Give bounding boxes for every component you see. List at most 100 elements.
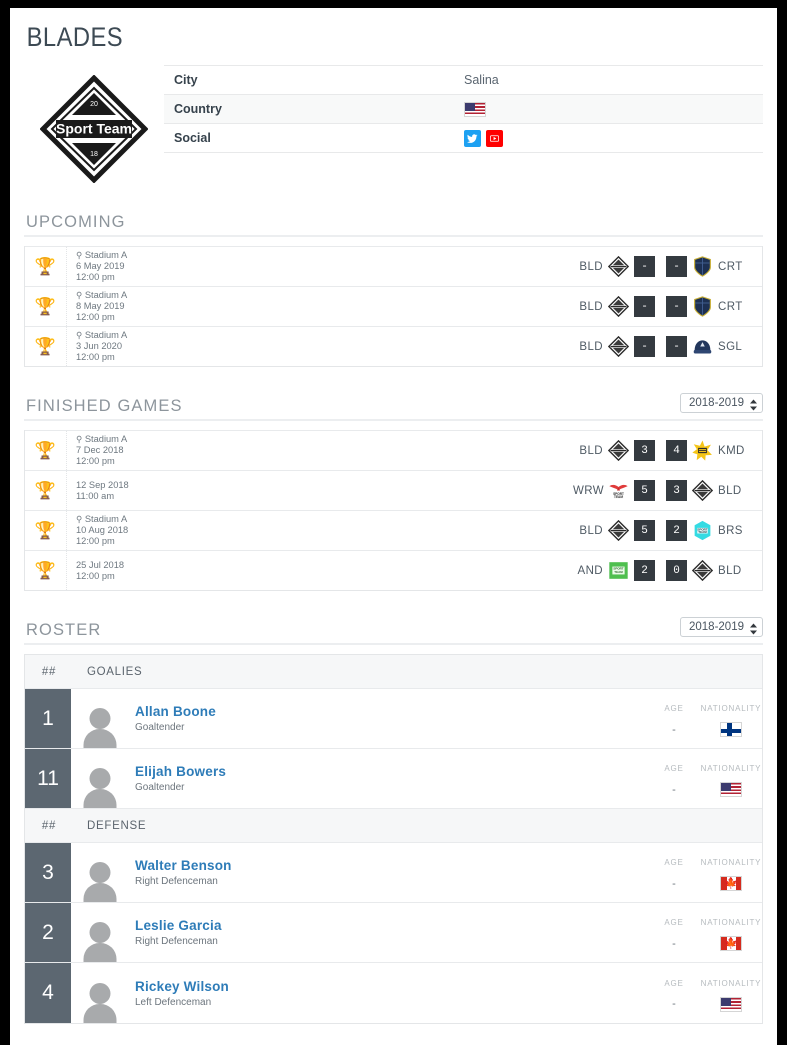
away-score: -	[666, 296, 687, 317]
location-pin-icon: ⚲	[76, 290, 83, 301]
info-value-country	[454, 95, 763, 124]
wrw-crest-icon: SPORT TEAM	[608, 480, 629, 501]
nationality-label: NATIONALITY	[700, 918, 762, 927]
game-time: 12:00 pm	[76, 271, 115, 282]
game-matchup: BLD -- CRT	[573, 296, 762, 317]
game-time: 12:00 pm	[76, 570, 115, 581]
player-row[interactable]: 2 Leslie Garcia Right Defenceman AGE - NATION…	[25, 903, 762, 963]
player-avatar-cell	[71, 689, 129, 748]
bld-crest-icon	[608, 256, 629, 277]
player-nationality-value	[720, 722, 742, 737]
player-age-column: AGE -	[648, 689, 700, 748]
away-team-abbr: BLD	[718, 564, 742, 577]
game-meta: ⚲ Stadium A 10 Aug 2018 12:00 pm	[67, 514, 573, 547]
age-label: AGE	[664, 858, 684, 867]
bld-crest-icon	[608, 440, 629, 461]
home-team-abbr: BLD	[579, 340, 603, 353]
player-age-value: -	[672, 723, 676, 736]
game-row[interactable]: 🏆 ⚲ Stadium A8 May 2019 12:00 pm BLD -- CRT	[25, 286, 762, 326]
competition-trophy-cell: 🏆	[25, 431, 67, 470]
trophy-icon: 🏆	[34, 337, 57, 356]
home-team-abbr: WRW	[573, 484, 605, 497]
game-time: 12:00 pm	[76, 311, 115, 322]
roster-table: ## GOALIES 1 Allan Boone Goaltender AGE - NATIO…	[24, 654, 763, 1024]
game-venue: ⚲ Stadium A	[76, 290, 128, 301]
game-matchup: BLD 34 KMD	[573, 440, 762, 461]
team-page: BLADES Sport Team 20 18 City Salina Coun…	[10, 8, 777, 1045]
player-name-link[interactable]: Rickey Wilson	[135, 979, 648, 994]
player-row[interactable]: 4 Rickey Wilson Left Defenceman AGE - NATIONA…	[25, 963, 762, 1023]
player-row[interactable]: 11 Elijah Bowers Goaltender AGE - NATIONALITY	[25, 749, 762, 809]
game-row[interactable]: 🏆 12 Sep 2018 11:00 am WRW SPORT TEAM 5 3 BLD	[25, 470, 762, 510]
competition-trophy-cell: 🏆	[25, 247, 67, 286]
number-column-header: ##	[41, 665, 57, 678]
game-row[interactable]: 🏆 ⚲ Stadium A7 Dec 2018 12:00 pm BLD 34 KMD	[25, 430, 762, 470]
avatar	[82, 706, 118, 748]
player-position: Right Defenceman	[135, 936, 218, 947]
away-score: 2	[666, 520, 687, 541]
roster-title: ROSTER	[26, 621, 102, 639]
game-venue: ⚲ Stadium A	[76, 514, 128, 525]
game-row[interactable]: 🏆 ⚲ Stadium A3 Jun 2020 12:00 pm BLD -- SGL	[25, 326, 762, 366]
game-meta: ⚲ Stadium A3 Jun 2020 12:00 pm	[67, 330, 573, 363]
game-matchup: WRW SPORT TEAM 5 3 BLD	[573, 480, 762, 501]
player-name-link[interactable]: Allan Boone	[135, 704, 648, 719]
finished-season-select[interactable]: 2018-2019	[680, 393, 763, 413]
game-matchup: BLD -- CRT	[573, 256, 762, 277]
svg-text:20: 20	[90, 101, 98, 108]
home-team-abbr: BLD	[579, 300, 603, 313]
player-row[interactable]: 3 Walter Benson Right Defenceman AGE - NATION…	[25, 843, 762, 903]
competition-trophy-cell: 🏆	[25, 287, 67, 326]
player-info: Elijah Bowers Goaltender	[129, 749, 648, 808]
home-score: 3	[634, 440, 655, 461]
player-age-value: -	[672, 783, 676, 796]
player-age-value: -	[672, 877, 676, 890]
player-position: Left Defenceman	[135, 996, 212, 1008]
jersey-number-badge: 4	[25, 963, 71, 1023]
location-pin-icon: ⚲	[76, 250, 83, 261]
youtube-icon[interactable]	[486, 129, 503, 147]
home-score: 5	[634, 520, 655, 541]
roster-group-header: ## DEFENSE	[25, 809, 762, 843]
roster-season-select[interactable]: 2018-2019	[680, 617, 763, 637]
player-nationality-column: NATIONALITY 🍁	[700, 903, 762, 962]
home-score: -	[634, 256, 655, 277]
away-team-abbr: CRT	[718, 260, 743, 273]
info-row-city: City Salina	[164, 65, 763, 95]
game-row[interactable]: 🏆 25 Jul 2018 12:00 pm AND SPORT TEAM 2 0 BLD	[25, 550, 762, 590]
game-date: 7 Dec 2018	[76, 445, 124, 456]
fi-flag-icon	[720, 722, 742, 737]
jersey-number-badge: 2	[25, 903, 71, 962]
game-meta: ⚲ Stadium A7 Dec 2018 12:00 pm	[67, 434, 573, 467]
bld-crest-icon	[608, 336, 629, 357]
player-avatar-cell	[71, 843, 129, 902]
away-score: -	[666, 256, 687, 277]
player-row[interactable]: 1 Allan Boone Goaltender AGE - NATIONALITY	[25, 689, 762, 749]
twitter-icon[interactable]	[464, 129, 481, 147]
player-nationality-column: NATIONALITY 🍁	[700, 843, 762, 902]
game-time: 11:00 am	[76, 490, 115, 501]
player-name-link[interactable]: Leslie Garcia	[135, 918, 648, 933]
game-date: 10 Aug 2018	[76, 525, 129, 536]
us-flag-icon	[720, 996, 742, 1012]
jersey-number-badge: 3	[25, 843, 71, 902]
age-label: AGE	[664, 918, 684, 927]
us-flag-icon	[464, 101, 486, 117]
upcoming-title: UPCOMING	[26, 213, 126, 231]
home-score: -	[634, 336, 655, 357]
and-crest-icon: SPORT TEAM	[608, 560, 629, 581]
finished-title: FINISHED GAMES	[26, 397, 183, 415]
home-score: -	[634, 296, 655, 317]
game-row[interactable]: 🏆 ⚲ Stadium A6 May 2019 12:00 pm BLD -- CRT	[25, 246, 762, 286]
team-logo-cell: Sport Team 20 18	[24, 63, 164, 183]
player-age-column: AGE -	[648, 843, 700, 902]
trophy-icon: 🏆	[34, 561, 57, 580]
svg-text:TEAM: TEAM	[614, 495, 623, 499]
competition-trophy-cell: 🏆	[25, 327, 67, 366]
player-name-link[interactable]: Elijah Bowers	[135, 764, 648, 779]
avatar	[82, 920, 118, 962]
nationality-label: NATIONALITY	[700, 858, 762, 867]
player-name-link[interactable]: Walter Benson	[135, 858, 648, 873]
info-row-social: Social	[164, 123, 763, 153]
game-row[interactable]: 🏆 ⚲ Stadium A 10 Aug 2018 12:00 pm BLD 52 SP…	[25, 510, 762, 550]
